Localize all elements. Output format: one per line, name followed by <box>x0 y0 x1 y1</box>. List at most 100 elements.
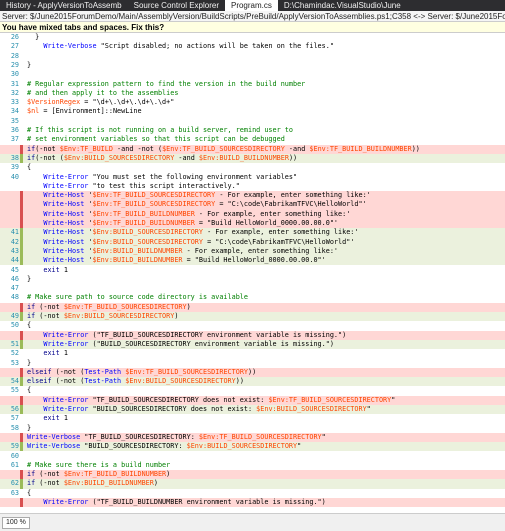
line-number: 35 <box>10 116 19 125</box>
code-line[interactable]: Write-Host '$Env:TF_BUILD_SOURCESDIRECTO… <box>0 191 505 201</box>
code-line[interactable]: if (-not $Env:TF_BUILD_SOURCESDIRECTORY) <box>0 302 505 312</box>
code-line[interactable]: 61 # Make sure there is a build number <box>0 461 505 470</box>
code-line[interactable]: 46} <box>0 275 505 284</box>
code-line[interactable]: 52 exit 1 <box>0 349 505 358</box>
code-text: # If this script is not running on a bui… <box>27 126 293 134</box>
code-line[interactable]: 33 $VersionRegex = "\d+\.\d+\.\d+\.\d+" <box>0 98 505 107</box>
code-line[interactable]: Write-Error "to test this script interac… <box>0 182 505 191</box>
line-number: 36 <box>10 126 19 134</box>
diff-editor[interactable]: 26 } 27 Write-Verbose "Script disabled; n… <box>0 33 505 513</box>
line-number: 34 <box>10 107 19 116</box>
code-text: Write-Error "to test this script interac… <box>43 181 240 190</box>
line-number: 48 <box>10 293 19 302</box>
code-line[interactable]: 32 # and then apply it to the assemblies <box>0 89 505 98</box>
diff-marker <box>20 163 23 172</box>
code-line[interactable]: 63 { <box>0 489 505 498</box>
code-line[interactable]: 26 } <box>0 33 505 42</box>
code-line[interactable]: Write-Host '$Env:TF_BUILD_BUILDNUMBER = … <box>0 219 505 229</box>
code-line[interactable]: 49 if (-not $Env:BUILD_SOURCESDIRECTORY) <box>0 312 505 322</box>
code-line[interactable]: 48 # Make sure path to source code direct… <box>0 293 505 302</box>
code-line[interactable]: Write-Host '$Env:TF_BUILD_SOURCESDIRECTO… <box>0 200 505 210</box>
code-line[interactable]: 59 Write-Verbose "BUILD_SOURCESDIRECTORY:… <box>0 442 505 452</box>
code-line[interactable]: 57 exit 1 <box>0 414 505 423</box>
code-line[interactable]: 36 # If this script is not running on a b… <box>0 126 505 135</box>
diff-marker <box>20 153 23 164</box>
code-line[interactable]: Write-Error ("TF_BUILD_BUILDNUMBER envir… <box>0 498 505 508</box>
line-number: 38 <box>10 153 19 162</box>
code-text: Write-Error "TF_BUILD_SOURCESDIRECTORY d… <box>43 395 396 404</box>
code-text: { <box>27 163 32 172</box>
code-line[interactable]: 55 { <box>0 386 505 395</box>
zoom-level-dropdown[interactable]: 100 % <box>2 517 30 529</box>
diff-marker <box>20 275 23 284</box>
code-text: } <box>27 33 40 41</box>
code-text: exit 1 <box>43 265 68 274</box>
line-number: 28 <box>10 51 19 60</box>
code-line[interactable]: 44 Write-Host '$Env:BUILD_BUILDNUMBER = … <box>0 256 505 266</box>
code-line[interactable]: 37 # set environment variables so that th… <box>0 135 505 144</box>
tab-1[interactable]: Source Control Explorer <box>128 0 225 11</box>
code-text: Write-Verbose "BUILD_SOURCESDIRECTORY: $… <box>27 442 302 451</box>
code-line[interactable]: 28 <box>0 52 505 61</box>
compare-path-bar: Server: $/June2015ForumDemo/Main/Assembl… <box>0 11 505 22</box>
code-line[interactable]: 58} <box>0 424 505 433</box>
code-line[interactable]: 29} <box>0 61 505 70</box>
code-line[interactable]: 54 elseif (-not (Test-Path $Env:BUILD_SOU… <box>0 377 505 387</box>
code-line[interactable]: 27 Write-Verbose "Script disabled; no ac… <box>0 42 505 51</box>
code-line[interactable]: 45 exit 1 <box>0 266 505 275</box>
code-text: # Regular expression pattern to find the… <box>27 79 306 88</box>
code-line[interactable]: 30 <box>0 70 505 79</box>
code-line[interactable]: 31 # Regular expression pattern to find t… <box>0 80 505 89</box>
diff-marker <box>20 302 23 312</box>
code-line[interactable]: if(-not $Env:TF_BUILD -and -not ($Env:TF… <box>0 144 505 154</box>
diff-marker <box>20 144 23 154</box>
code-line[interactable]: 56 Write-Error "BUILD_SOURCESDIRECTORY d… <box>0 405 505 415</box>
line-number: 41 <box>10 228 19 237</box>
tab-2[interactable]: Program.cs <box>224 0 278 11</box>
code-line[interactable]: 62 if (-not $Env:BUILD_BUILDNUMBER) <box>0 479 505 489</box>
code-line[interactable]: 50 { <box>0 321 505 330</box>
code-line[interactable]: elseif (-not (Test-Path $Env:TF_BUILD_SO… <box>0 367 505 378</box>
code-line[interactable]: 35 <box>0 117 505 126</box>
tab-0[interactable]: History - ApplyVersionToAssemb <box>0 0 128 11</box>
diff-marker <box>20 470 23 480</box>
code-line[interactable]: Write-Verbose "TF_BUILD_SOURCESDIRECTORY… <box>0 432 505 443</box>
scrollbar-track[interactable] <box>40 519 100 527</box>
tab-3[interactable]: D:\Chamindac.VisualStudio\June <box>278 0 407 11</box>
line-number: 26 <box>10 33 19 41</box>
diff-marker <box>20 284 23 293</box>
code-line[interactable]: 47 <box>0 284 505 293</box>
diff-marker <box>20 191 23 201</box>
code-line[interactable]: 38 if(-not ($Env:BUILD_SOURCESDIRECTORY -… <box>0 153 505 164</box>
diff-marker <box>20 266 23 275</box>
code-line[interactable]: if (-not $Env:TF_BUILD_BUILDNUMBER) <box>0 470 505 480</box>
diff-marker <box>20 498 23 508</box>
code-line[interactable]: 53} <box>0 359 505 368</box>
line-number: 44 <box>10 256 19 265</box>
code-line[interactable]: 34 $nl = [Environment]::NewLine <box>0 107 505 116</box>
diff-marker <box>20 80 23 89</box>
code-line[interactable]: 43 Write-Host '$Env:BUILD_BUILDNUMBER - … <box>0 246 505 257</box>
code-text: Write-Error "You must set the following … <box>43 172 298 181</box>
code-line[interactable]: 40 Write-Error "You must set the followi… <box>0 173 505 182</box>
line-number: 39 <box>10 163 19 172</box>
code-line[interactable]: 39 { <box>0 163 505 172</box>
code-line[interactable]: Write-Error ("TF_BUILD_SOURCESDIRECTORY … <box>0 330 505 340</box>
code-line[interactable]: 51 Write-Error ("BUILD_SOURCESDIRECTORY … <box>0 339 505 350</box>
code-line[interactable]: Write-Error "TF_BUILD_SOURCESDIRECTORY d… <box>0 395 505 405</box>
mixed-tabs-info-bar[interactable]: You have mixed tabs and spaces. Fix this… <box>0 22 505 33</box>
code-text: # Make sure path to source code director… <box>27 293 248 302</box>
code-text: Write-Error ("TF_BUILD_BUILDNUMBER envir… <box>43 498 326 506</box>
code-text: if (-not $Env:BUILD_BUILDNUMBER) <box>27 479 158 488</box>
line-number: 31 <box>10 79 19 88</box>
line-number: 62 <box>10 479 19 488</box>
code-line[interactable]: Write-Host '$Env:TF_BUILD_BUILDNUMBER - … <box>0 209 505 219</box>
code-line[interactable]: 41 Write-Host '$Env:BUILD_SOURCESDIRECTO… <box>0 228 505 238</box>
code-text: Write-Host '$Env:BUILD_SOURCESDIRECTORY … <box>43 237 355 246</box>
diff-marker <box>20 395 23 405</box>
code-text: $nl = [Environment]::NewLine <box>27 107 142 116</box>
code-line[interactable]: 60 <box>0 452 505 461</box>
code-line[interactable]: 42 Write-Host '$Env:BUILD_SOURCESDIRECTO… <box>0 237 505 247</box>
